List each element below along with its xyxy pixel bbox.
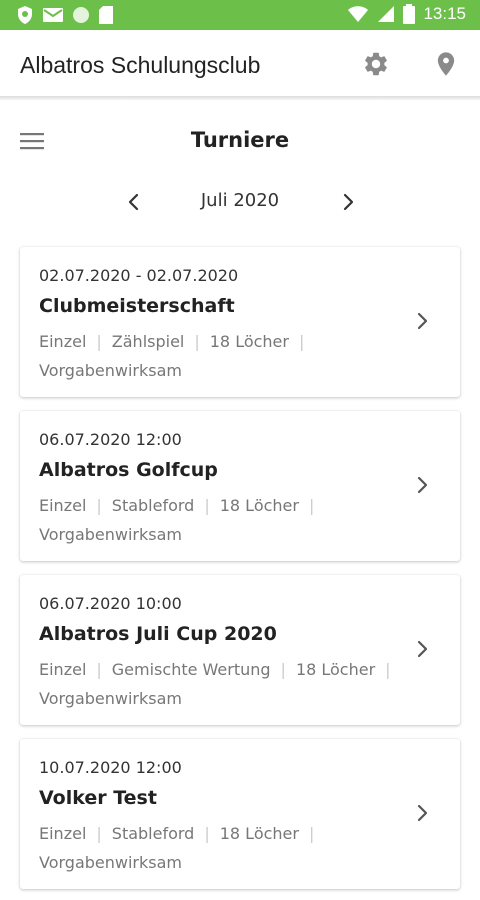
gear-icon[interactable] (362, 50, 390, 78)
page-header: Turniere (0, 100, 480, 180)
month-navigator: Juli 2020 (0, 184, 480, 220)
location-pin-icon[interactable] (432, 50, 460, 78)
separator: | (204, 496, 210, 515)
status-bar-system: 13:15 (347, 4, 466, 24)
separator: | (194, 332, 200, 351)
tournament-card[interactable]: 02.07.2020 - 02.07.2020 Clubmeisterschaf… (20, 247, 460, 397)
status-time: 13:15 (423, 4, 466, 23)
tournament-tag: Einzel (39, 496, 87, 515)
separator: | (280, 660, 286, 679)
separator: | (298, 332, 305, 351)
tournament-date: 02.07.2020 - 02.07.2020 (39, 266, 239, 285)
tournament-details: Einzel | Stableford | 18 Löcher | Vorgabenwirk… (39, 491, 409, 549)
chevron-right-icon (417, 476, 428, 494)
tournament-tag: 18 Löcher (219, 496, 299, 515)
app-title: Albatros Schulungsclub (20, 52, 261, 78)
page-title: Turniere (190, 128, 290, 152)
tournament-name: Albatros Juli Cup 2020 (39, 623, 277, 645)
shield-icon (18, 6, 32, 24)
tournament-date: 06.07.2020 12:00 (39, 430, 182, 449)
chevron-right-icon (417, 804, 428, 822)
tournament-card[interactable]: 06.07.2020 10:00 Albatros Juli Cup 2020 … (20, 575, 460, 725)
tournament-tag: 18 Löcher (295, 660, 376, 679)
tournament-name: Clubmeisterschaft (39, 295, 235, 317)
tournament-card[interactable]: 06.07.2020 12:00 Albatros Golfcup Einzel… (20, 411, 460, 561)
app-bar: Albatros Schulungsclub (0, 30, 480, 98)
tournament-tag: Einzel (39, 824, 87, 843)
tournament-tag: Vorgabenwirksam (39, 853, 182, 872)
battery-icon (403, 4, 416, 24)
tournament-date: 10.07.2020 12:00 (39, 758, 182, 777)
separator: | (308, 496, 315, 515)
tournament-tag: Stableford (111, 824, 195, 843)
tournament-name: Volker Test (39, 787, 157, 809)
tournament-tag: Vorgabenwirksam (39, 689, 182, 708)
chevron-right-icon (417, 312, 428, 330)
separator: | (96, 332, 102, 351)
separator: | (308, 824, 315, 843)
signal-icon (378, 6, 395, 22)
tournament-name: Albatros Golfcup (39, 459, 218, 481)
status-bar-notifications (16, 5, 114, 25)
tournament-tag: Gemischte Wertung (111, 660, 271, 679)
tournament-details: Einzel | Stableford | 18 Löcher | Vorgabenwirk… (39, 819, 409, 877)
tournament-tag: 18 Löcher (219, 824, 299, 843)
circle-icon (73, 7, 89, 23)
tournament-tag: 18 Löcher (209, 332, 289, 351)
separator: | (385, 660, 391, 679)
chevron-right-icon (417, 640, 428, 658)
wifi-icon (348, 6, 369, 22)
chevron-right-icon[interactable] (336, 190, 360, 214)
tournament-tag: Zählspiel (111, 332, 185, 351)
tournament-details: Einzel | Zählspiel | 18 Löcher | Vorgabenwirks… (39, 327, 409, 385)
tournament-date: 06.07.2020 10:00 (39, 594, 182, 613)
tournament-list: 02.07.2020 - 02.07.2020 Clubmeisterschaf… (20, 247, 460, 900)
mail-icon (43, 8, 63, 22)
tournament-tag: Vorgabenwirksam (39, 525, 182, 544)
tournament-tag: Vorgabenwirksam (39, 361, 182, 380)
month-label: Juli 2020 (200, 190, 280, 211)
tournament-tag: Einzel (39, 332, 87, 351)
separator: | (96, 824, 102, 843)
sd-card-icon (99, 6, 113, 24)
status-bar: 13:15 (0, 0, 480, 30)
tournament-details: Einzel | Gemischte Wertung | 18 Löcher | Vorga… (39, 655, 409, 713)
tournament-tag: Einzel (39, 660, 87, 679)
tournament-tag: Stableford (111, 496, 195, 515)
separator: | (96, 496, 102, 515)
separator: | (204, 824, 210, 843)
separator: | (96, 660, 102, 679)
tournament-card[interactable]: 10.07.2020 12:00 Volker Test Einzel | Stab… (20, 739, 460, 889)
